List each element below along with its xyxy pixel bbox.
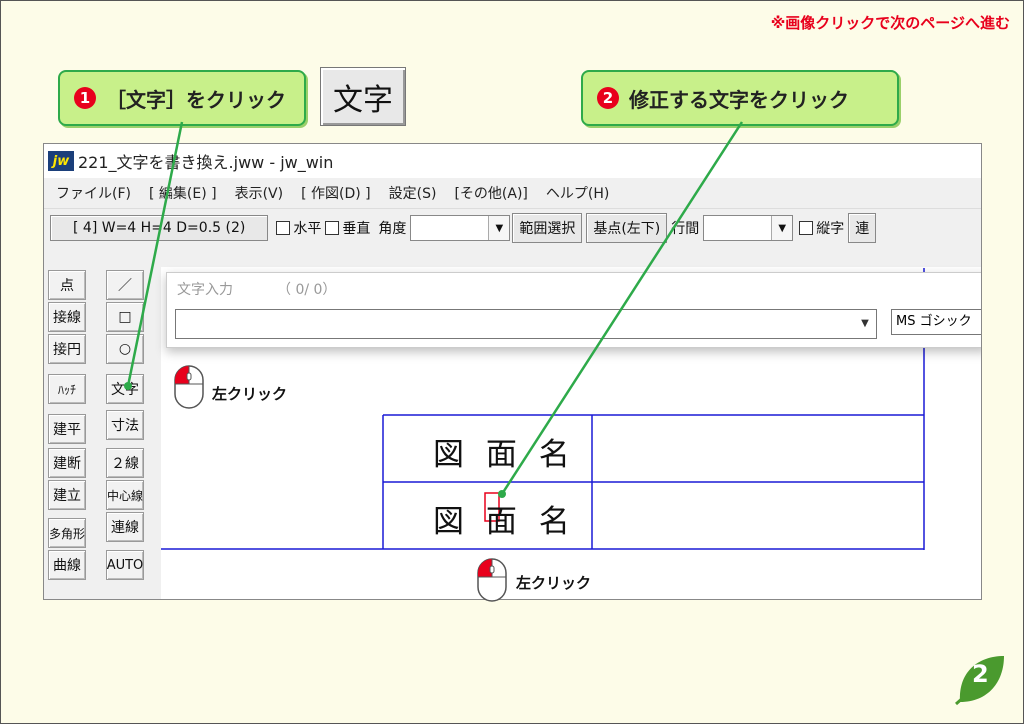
pointer-lines [124, 121, 744, 498]
left-click-label-2: 左クリック [516, 574, 592, 592]
mouse-left-click-icon [174, 365, 204, 409]
left-click-label-1: 左クリック [212, 385, 288, 403]
mouse-left-click-icon [477, 558, 507, 602]
page-number: 2 [972, 660, 989, 688]
